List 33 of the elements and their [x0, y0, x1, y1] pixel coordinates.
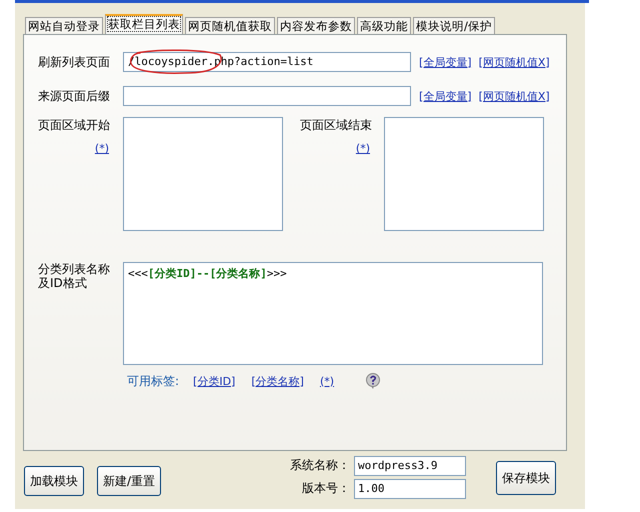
- tab[interactable]: 高级功能: [357, 17, 411, 34]
- tab[interactable]: 模块说明/保护: [413, 17, 495, 34]
- button[interactable]: 新建/重置: [97, 466, 162, 496]
- tab[interactable]: 获取栏目列表: [105, 14, 183, 34]
- tab[interactable]: 网页随机值获取: [185, 17, 275, 34]
- link[interactable]: (*): [94, 142, 109, 155]
- link[interactable]: [全局变量]: [419, 54, 472, 70]
- link[interactable]: (*): [320, 374, 334, 388]
- text-area[interactable]: [384, 117, 544, 231]
- text-field[interactable]: 1.00: [354, 478, 466, 498]
- field-label: 页面区域结束: [300, 117, 373, 134]
- text-field[interactable]: [123, 86, 411, 106]
- field-label: 分类列表名称及ID格式: [38, 262, 111, 290]
- link[interactable]: [分类名称]: [251, 374, 304, 388]
- button[interactable]: 加载模块: [24, 466, 84, 496]
- tab[interactable]: 内容发布参数: [277, 17, 355, 34]
- save-button[interactable]: 保存模块: [496, 461, 556, 495]
- field-label: 页面区域开始: [38, 117, 111, 134]
- link[interactable]: (*): [356, 142, 370, 155]
- link[interactable]: [网页随机值X]: [478, 88, 550, 104]
- help-icon[interactable]: [364, 372, 382, 390]
- link[interactable]: [全局变量]: [419, 88, 472, 104]
- field-label: 来源页面后缀: [38, 88, 111, 104]
- text-field[interactable]: wordpress3.9: [354, 456, 466, 476]
- field-label: 系统名称：: [289, 457, 352, 474]
- field-label: 版本号：: [301, 480, 352, 497]
- tab[interactable]: 网站自动登录: [25, 17, 103, 34]
- link[interactable]: [网页随机值X]: [478, 54, 550, 70]
- link[interactable]: [分类ID]: [193, 374, 236, 388]
- tags-label: 可用标签:: [127, 372, 180, 390]
- text-area[interactable]: [123, 117, 283, 231]
- text-area[interactable]: <<<[分类ID]--[分类名称]>>>: [123, 262, 543, 365]
- field-label: 刷新列表页面: [38, 54, 111, 70]
